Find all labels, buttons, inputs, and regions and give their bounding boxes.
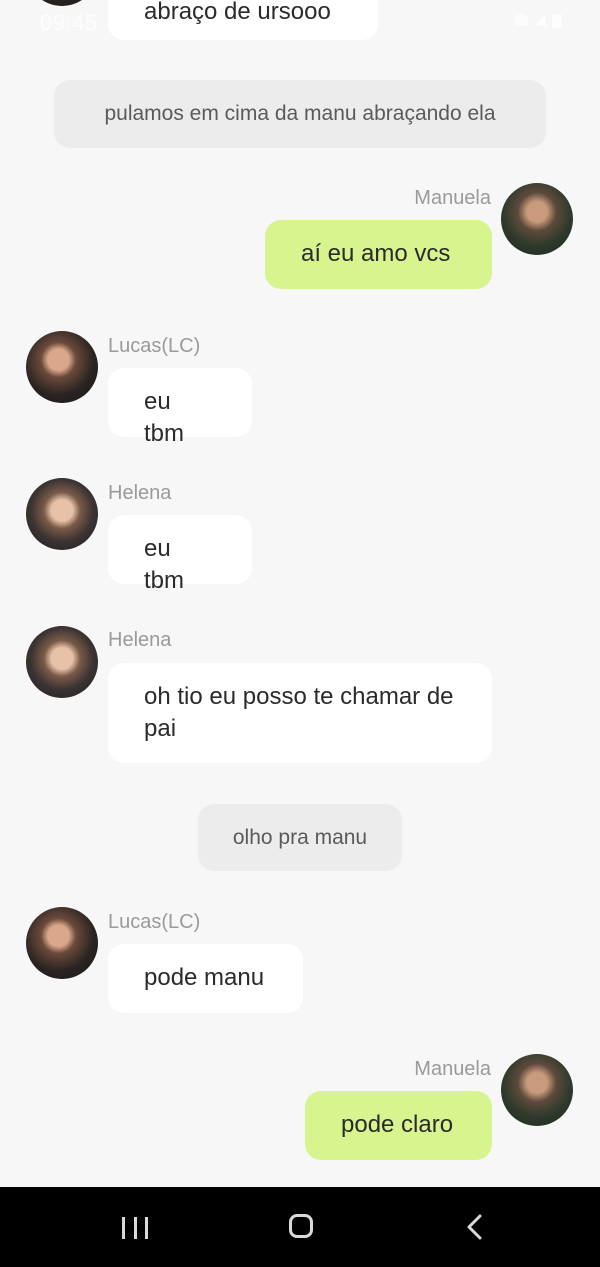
signal-icon — [534, 14, 546, 26]
sender-name: Helena — [108, 482, 172, 504]
navigation-bar — [0, 1187, 600, 1267]
avatar[interactable] — [26, 331, 98, 403]
recent-apps-icon[interactable] — [122, 1217, 148, 1239]
wifi-icon — [514, 14, 528, 26]
sender-name: Helena — [108, 629, 172, 651]
message-bubble[interactable]: eu tbm — [108, 368, 252, 447]
sender-name: Manuela — [414, 187, 491, 209]
chat-area[interactable]: abraço de ursooo 09:45 pulamos em cima d… — [0, 0, 600, 1187]
message-text: oh tio eu posso te chamar de pai — [144, 683, 454, 742]
avatar[interactable] — [26, 907, 98, 979]
message-bubble[interactable]: aí eu amo vcs — [265, 220, 492, 289]
battery-icon — [552, 14, 562, 28]
narration-bubble[interactable]: olho pra manu — [198, 804, 402, 871]
message-text: eu tbm — [144, 388, 185, 447]
narration-bubble[interactable]: pulamos em cima da manu abraçando ela — [54, 80, 546, 148]
message-bubble[interactable]: pode claro — [305, 1091, 492, 1160]
message-text: eu tbm — [144, 535, 185, 594]
message-text: abraço de ursooo — [144, 0, 331, 25]
narration-text: pulamos em cima da manu abraçando ela — [104, 102, 496, 125]
back-icon[interactable] — [462, 1213, 490, 1241]
narration-text: olho pra manu — [232, 826, 368, 849]
sender-name: Lucas(LC) — [108, 335, 201, 357]
home-icon[interactable] — [289, 1214, 313, 1238]
avatar[interactable] — [26, 626, 98, 698]
message-text: pode claro — [341, 1111, 454, 1138]
avatar[interactable] — [26, 0, 98, 6]
message-bubble[interactable]: abraço de ursooo — [108, 0, 378, 40]
avatar[interactable] — [501, 183, 573, 255]
sender-name: Manuela — [414, 1058, 491, 1080]
message-text: aí eu amo vcs — [301, 240, 451, 267]
status-icons — [514, 14, 562, 28]
message-bubble[interactable]: eu tbm — [108, 515, 252, 594]
status-time: 09:45 — [40, 10, 98, 35]
avatar[interactable] — [26, 478, 98, 550]
avatar[interactable] — [501, 1054, 573, 1126]
sender-name: Lucas(LC) — [108, 911, 201, 933]
message-bubble[interactable]: oh tio eu posso te chamar de pai — [108, 663, 492, 763]
message-bubble[interactable]: pode manu — [108, 944, 303, 1013]
message-text: pode manu — [144, 964, 265, 991]
